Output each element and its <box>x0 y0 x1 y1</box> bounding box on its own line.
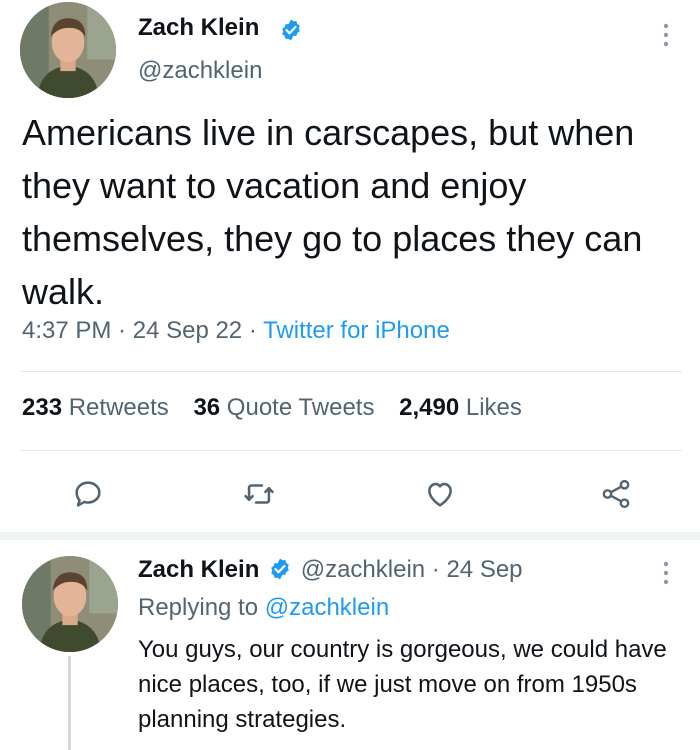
avatar-photo <box>22 556 118 652</box>
like-button[interactable] <box>420 474 460 514</box>
reply-icon <box>75 481 101 507</box>
meta-separator: · <box>111 317 133 344</box>
verified-badge-icon <box>271 558 289 580</box>
more-options-icon[interactable] <box>656 20 676 50</box>
more-options-icon[interactable] <box>656 558 676 588</box>
reply-date[interactable]: 24 Sep <box>446 556 522 583</box>
author-name[interactable]: Zach Klein <box>138 14 259 42</box>
share-button[interactable] <box>596 474 636 514</box>
reply-header: Zach Klein @zachklein · 24 Sep <box>138 556 523 584</box>
tweet-source[interactable]: Twitter for iPhone <box>263 317 450 344</box>
tweet-stats: 233 Retweets 36 Quote Tweets 2,490 Likes <box>22 394 540 422</box>
likes-stat[interactable]: 2,490 Likes <box>399 394 522 421</box>
tweet-text: Americans live in carscapes, but when th… <box>22 112 643 312</box>
retweet-icon <box>244 484 274 504</box>
retweet-button[interactable] <box>239 474 279 514</box>
replying-to: Replying to @zachklein <box>138 594 389 622</box>
like-icon <box>428 482 452 507</box>
reply-author-name[interactable]: Zach Klein <box>138 556 259 583</box>
author-handle[interactable]: @zachklein <box>138 57 262 85</box>
replying-to-label: Replying to <box>138 594 265 621</box>
meta-separator: · <box>425 556 447 583</box>
quote-tweets-stat[interactable]: 36 Quote Tweets <box>193 394 374 421</box>
share-icon <box>602 479 630 509</box>
replying-to-mention[interactable]: @zachklein <box>265 594 389 621</box>
divider <box>20 371 682 372</box>
tweet-meta: 4:37 PM · 24 Sep 22 · Twitter for iPhone <box>22 317 450 345</box>
reply-button[interactable] <box>68 474 108 514</box>
author-avatar[interactable] <box>20 2 116 98</box>
retweets-stat[interactable]: 233 Retweets <box>22 394 169 421</box>
tweet-time[interactable]: 4:37 PM <box>22 317 111 344</box>
meta-separator: · <box>242 317 264 344</box>
reply-text: You guys, our country is gorgeous, we co… <box>138 636 667 733</box>
reply-author-avatar[interactable] <box>22 556 118 652</box>
section-divider <box>0 532 700 540</box>
verified-badge-icon <box>282 19 300 41</box>
reply-author-handle[interactable]: @zachklein <box>301 556 425 583</box>
tweet-date[interactable]: 24 Sep 22 <box>133 317 242 344</box>
thread-connector-line <box>68 656 71 750</box>
divider <box>20 450 682 451</box>
avatar-photo <box>20 2 116 98</box>
